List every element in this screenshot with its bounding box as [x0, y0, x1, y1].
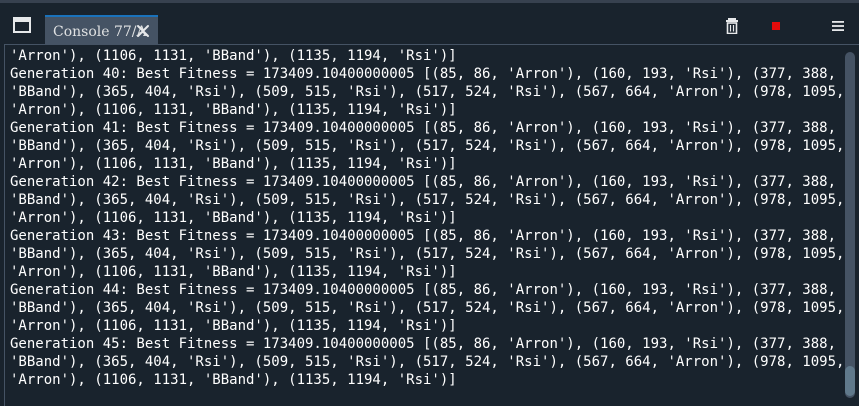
stop-icon — [772, 22, 780, 30]
console-line: Generation 43: Best Fitness = 173409.104… — [10, 228, 837, 244]
close-icon — [137, 25, 149, 37]
console-output-area[interactable]: 'Arron'), (1106, 1131, 'BBand'), (1135, … — [4, 44, 859, 406]
scrollbar-track — [845, 52, 855, 398]
console-tab-bar: Console 77/A — [0, 3, 859, 47]
console-line: Generation 41: Best Fitness = 173409.104… — [10, 120, 837, 136]
console-line: Generation 40: Best Fitness = 173409.104… — [10, 66, 837, 82]
tab-console-77a[interactable]: Console 77/A — [45, 15, 158, 47]
console-line: 'BBand'), (365, 404, 'Rsi'), (509, 515, … — [10, 246, 845, 262]
scrollbar-thumb[interactable] — [845, 366, 855, 396]
vertical-scrollbar[interactable] — [843, 46, 857, 404]
console-line: 'BBand'), (365, 404, 'Rsi'), (509, 515, … — [10, 84, 845, 100]
tab-label: Console 77/A — [53, 24, 147, 40]
console-output-text: 'Arron'), (1106, 1131, 'BBand'), (1135, … — [10, 47, 844, 389]
console-line: 'Arron'), (1106, 1131, 'BBand'), (1135, … — [10, 372, 457, 388]
trash-icon — [726, 18, 738, 34]
console-line: Generation 45: Best Fitness = 173409.104… — [10, 336, 837, 352]
console-line: Generation 44: Best Fitness = 173409.104… — [10, 282, 837, 298]
window-icon — [13, 17, 31, 33]
console-line: 'BBand'), (365, 404, 'Rsi'), (509, 515, … — [10, 138, 845, 154]
console-line: 'Arron'), (1106, 1131, 'BBand'), (1135, … — [10, 156, 457, 172]
options-menu-button[interactable] — [830, 18, 846, 34]
console-line: 'Arron'), (1106, 1131, 'BBand'), (1135, … — [10, 210, 457, 226]
console-line: 'BBand'), (365, 404, 'Rsi'), (509, 515, … — [10, 300, 845, 316]
hamburger-menu-icon — [832, 21, 844, 31]
console-line: 'Arron'), (1106, 1131, 'BBand'), (1135, … — [10, 102, 457, 118]
browse-tabs-button[interactable] — [10, 15, 34, 35]
console-line: 'BBand'), (365, 404, 'Rsi'), (509, 515, … — [10, 354, 845, 370]
tab-close-button[interactable] — [136, 24, 150, 38]
console-line: 'Arron'), (1106, 1131, 'BBand'), (1135, … — [10, 48, 457, 64]
ipython-console-pane: Console 77/A 'Arron'), (1106, 1131, 'BBa… — [0, 0, 859, 406]
console-line: Generation 42: Best Fitness = 173409.104… — [10, 174, 837, 190]
console-line: 'Arron'), (1106, 1131, 'BBand'), (1135, … — [10, 318, 457, 334]
console-line: 'BBand'), (365, 404, 'Rsi'), (509, 515, … — [10, 192, 845, 208]
console-line: 'Arron'), (1106, 1131, 'BBand'), (1135, … — [10, 264, 457, 280]
clear-console-button[interactable] — [724, 18, 740, 34]
interrupt-kernel-button[interactable] — [768, 18, 784, 34]
